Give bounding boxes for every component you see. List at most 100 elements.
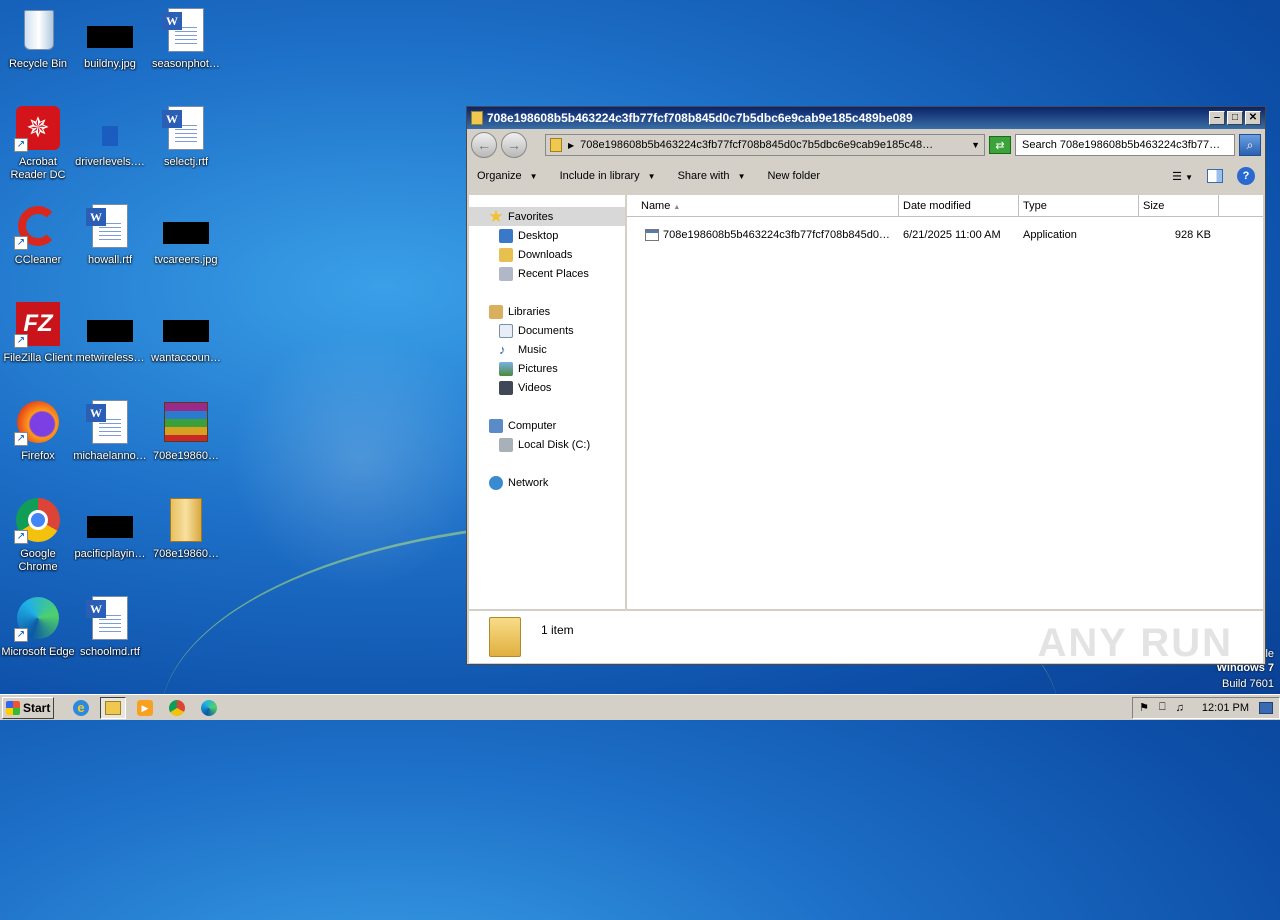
action-center-flag-icon[interactable]: ⚑ [1139,701,1149,714]
back-button[interactable]: ← [471,132,497,158]
desktop-icon-label: metwireless… [75,352,145,364]
desktop-icon-folder[interactable]: 708e19860… [148,496,224,561]
maximize-button[interactable]: □ [1227,111,1243,125]
item-count: 1 item [541,623,574,637]
column-header-type[interactable]: Type [1019,195,1139,216]
image-thumbnail-icon [162,202,210,250]
view-options-icon[interactable]: ☰ ▼ [1172,170,1193,183]
column-header-date[interactable]: Date modified [899,195,1019,216]
ccleaner-icon: ↗ [14,202,62,250]
network-tray-icon[interactable]: ⎕ [1159,701,1166,714]
nav-network[interactable]: Network [469,473,625,492]
desktop-icon-label: michaelanno… [73,450,147,462]
nav-videos[interactable]: Videos [469,378,625,397]
desktop-icon-metwireless[interactable]: metwireless… [72,300,148,365]
folder-icon [489,617,521,657]
recycle-bin-icon [14,6,62,54]
desktop-icon-howall[interactable]: W howall.rtf [72,202,148,267]
desktop-icon-wantaccoun[interactable]: wantaccoun… [148,300,224,365]
desktop-icon-edge[interactable]: ↗ Microsoft Edge [0,594,76,659]
desktop-icon-chrome[interactable]: ↗ Google Chrome [0,496,76,574]
desktop-icon-schoolmd[interactable]: W schoolmd.rtf [72,594,148,659]
taskbar: Start e ▶ ⚑ ⎕ ♫ 12:01 PM [0,694,1280,720]
desktop-icon-acrobat[interactable]: ✵ ↗ Acrobat Reader DC [0,104,76,182]
taskbar-edge-icon[interactable] [196,697,222,719]
refresh-button[interactable]: ⇄ [989,136,1011,154]
close-button[interactable]: ✕ [1245,111,1261,125]
nav-downloads[interactable]: Downloads [469,245,625,264]
clock[interactable]: 12:01 PM [1202,702,1249,714]
pictures-icon [499,361,513,376]
start-button[interactable]: Start [2,696,54,719]
nav-music[interactable]: ♪ Music [469,340,625,359]
desktop-icon-label: Acrobat Reader DC [10,156,66,181]
watermark-logo: ANY RUN [1037,621,1233,665]
folder-icon [550,138,562,152]
search-input[interactable]: Search 708e198608b5b463224c3fb77… [1015,134,1235,156]
desktop-icon-ccleaner[interactable]: ↗ CCleaner [0,202,76,267]
file-list: Name ▲ Date modified Type Size 708e19860… [627,195,1263,609]
downloads-icon [499,247,513,262]
window-title: 708e198608b5b463224c3fb77fcf708b845d0c7b… [487,111,913,125]
recent-places-icon [499,266,513,281]
help-icon[interactable]: ? [1237,167,1255,185]
filezilla-icon: FZ ↗ [14,300,62,348]
nav-desktop[interactable]: Desktop [469,226,625,245]
new-folder-button[interactable]: New folder [767,170,820,182]
nav-recent-places[interactable]: Recent Places [469,264,625,283]
include-in-library-button[interactable]: Include in library ▼ [560,170,656,182]
desktop-icon-selectj[interactable]: W selectj.rtf [148,104,224,169]
system-tray: ⚑ ⎕ ♫ 12:01 PM [1132,696,1280,719]
file-row[interactable]: 708e198608b5b463224c3fb77fcf708b845d0… 6… [627,225,1263,245]
column-header-size[interactable]: Size [1139,195,1219,216]
preview-pane-icon[interactable] [1207,169,1223,183]
organize-button[interactable]: Organize ▼ [477,170,538,182]
taskbar-ie-icon[interactable]: e [68,697,94,719]
image-thumbnail-icon [86,300,134,348]
desktop-icon-recycle-bin[interactable]: Recycle Bin [0,6,76,71]
windows-brand-partial: le [1265,648,1274,660]
address-bar[interactable]: ▶ 708e198608b5b463224c3fb77fcf708b845d0c… [545,134,985,156]
desktop-icon-michaelanno[interactable]: W michaelanno… [72,398,148,463]
desktop-icon-label: buildny.jpg [84,58,136,70]
chevron-down-icon[interactable]: ▼ [971,140,980,150]
desktop-icon-label: schoolmd.rtf [80,646,140,658]
column-header-name[interactable]: Name ▲ [627,195,899,216]
nav-computer[interactable]: Computer [469,416,625,435]
taskbar-chrome-icon[interactable] [164,697,190,719]
volume-icon[interactable]: ♫ [1176,702,1184,714]
network-icon [489,475,503,490]
application-icon [645,229,659,241]
search-icon[interactable]: ⌕ [1239,134,1261,156]
image-thumbnail-icon [86,104,134,152]
show-desktop-icon[interactable] [1259,701,1273,714]
share-with-button[interactable]: Share with ▼ [678,170,746,182]
desktop-icon-buildny[interactable]: buildny.jpg [72,6,148,71]
desktop-icon-firefox[interactable]: ↗ Firefox [0,398,76,463]
desktop-icon-seasonphot[interactable]: W seasonphot… [148,6,224,71]
desktop-icon-label: Microsoft Edge [1,646,75,658]
windows-logo-icon [6,700,20,715]
desktop-icon-tvcareers[interactable]: tvcareers.jpg [148,202,224,267]
nav-libraries[interactable]: Libraries [469,302,625,321]
desktop-icon-winrar-archive[interactable]: 708e19860… [148,398,224,463]
taskbar-explorer-icon[interactable] [100,696,126,719]
nav-favorites[interactable]: Favorites [469,207,625,226]
desktop-icon-filezilla[interactable]: FZ ↗ FileZilla Client [0,300,76,365]
forward-button[interactable]: → [501,132,527,158]
taskbar-media-player-icon[interactable]: ▶ [132,697,158,719]
windows-build: Build 7601 [1222,678,1274,690]
desktop-icon-driverlevels[interactable]: driverlevels.… [72,104,148,169]
minimize-button[interactable]: ‒ [1209,111,1225,125]
desktop-icon-pacificplayin[interactable]: pacificplayin… [72,496,148,561]
nav-pictures[interactable]: Pictures [469,359,625,378]
desktop-icon-label: Google Chrome [18,548,58,573]
nav-local-disk[interactable]: Local Disk (C:) [469,435,625,454]
desktop-icon [499,228,513,243]
details-pane: 1 item ANY RUN [469,611,1263,665]
firefox-icon: ↗ [14,398,62,446]
title-bar[interactable]: 708e198608b5b463224c3fb77fcf708b845d0c7b… [467,107,1265,129]
folder-icon [471,111,483,125]
file-size: 928 KB [1174,229,1211,241]
nav-documents[interactable]: Documents [469,321,625,340]
